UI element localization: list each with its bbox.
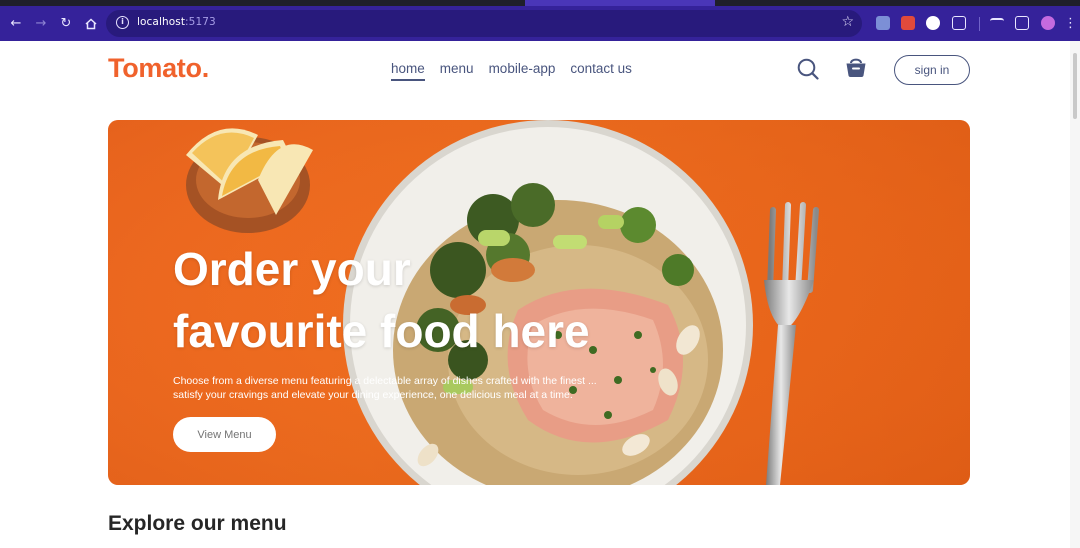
nav-link-mobile-app[interactable]: mobile-app	[489, 61, 556, 81]
back-arrow-icon[interactable]: ←	[7, 15, 25, 33]
side-panel-icon[interactable]	[1015, 16, 1029, 30]
scrollbar-thumb[interactable]	[1073, 53, 1077, 119]
hero-banner: Order your favourite food here Choose fr…	[108, 120, 970, 485]
active-tab-indicator	[525, 0, 715, 6]
basket-icon[interactable]	[845, 56, 867, 78]
toolbar-divider	[979, 17, 980, 31]
view-menu-button[interactable]: View Menu	[173, 417, 276, 452]
kebab-menu-icon[interactable]: ⋮	[1064, 15, 1077, 33]
puzzle-extensions-icon[interactable]	[952, 16, 966, 30]
main-nav: home menu mobile-app contact us	[391, 61, 632, 81]
site-logo[interactable]: Tomato.	[108, 53, 209, 84]
nav-link-home[interactable]: home	[391, 61, 425, 81]
hero-description: Choose from a diverse menu featuring a d…	[173, 375, 597, 401]
hero-title: Order your favourite food here	[173, 238, 643, 362]
colorful-extension-icon[interactable]	[901, 16, 915, 30]
page-scrollbar[interactable]	[1070, 41, 1080, 548]
profile-avatar-icon[interactable]	[1041, 16, 1055, 30]
home-icon[interactable]	[82, 15, 100, 33]
search-icon[interactable]	[797, 58, 819, 80]
address-bar[interactable]: i localhost:5173 ☆	[106, 10, 862, 37]
forward-arrow-icon[interactable]: →	[32, 15, 50, 33]
media-controls-icon[interactable]	[990, 18, 1004, 28]
sign-in-button[interactable]: sign in	[894, 55, 970, 85]
browser-toolbar: ← → ↻ i localhost:5173 ☆ ⋮	[0, 0, 1080, 41]
site-info-icon[interactable]: i	[116, 16, 129, 29]
hero-title-line-2: favourite food here	[173, 305, 590, 357]
url-text[interactable]: localhost:5173	[137, 16, 216, 28]
camera-extension-icon[interactable]	[876, 16, 890, 30]
circle-extension-icon[interactable]	[926, 16, 940, 30]
reload-icon[interactable]: ↻	[57, 15, 75, 33]
nav-link-menu[interactable]: menu	[440, 61, 474, 81]
bookmark-star-icon[interactable]: ☆	[841, 14, 854, 30]
hero-title-line-1: Order your	[173, 243, 411, 295]
explore-heading: Explore our menu	[108, 512, 287, 535]
nav-link-contact-us[interactable]: contact us	[570, 61, 632, 81]
